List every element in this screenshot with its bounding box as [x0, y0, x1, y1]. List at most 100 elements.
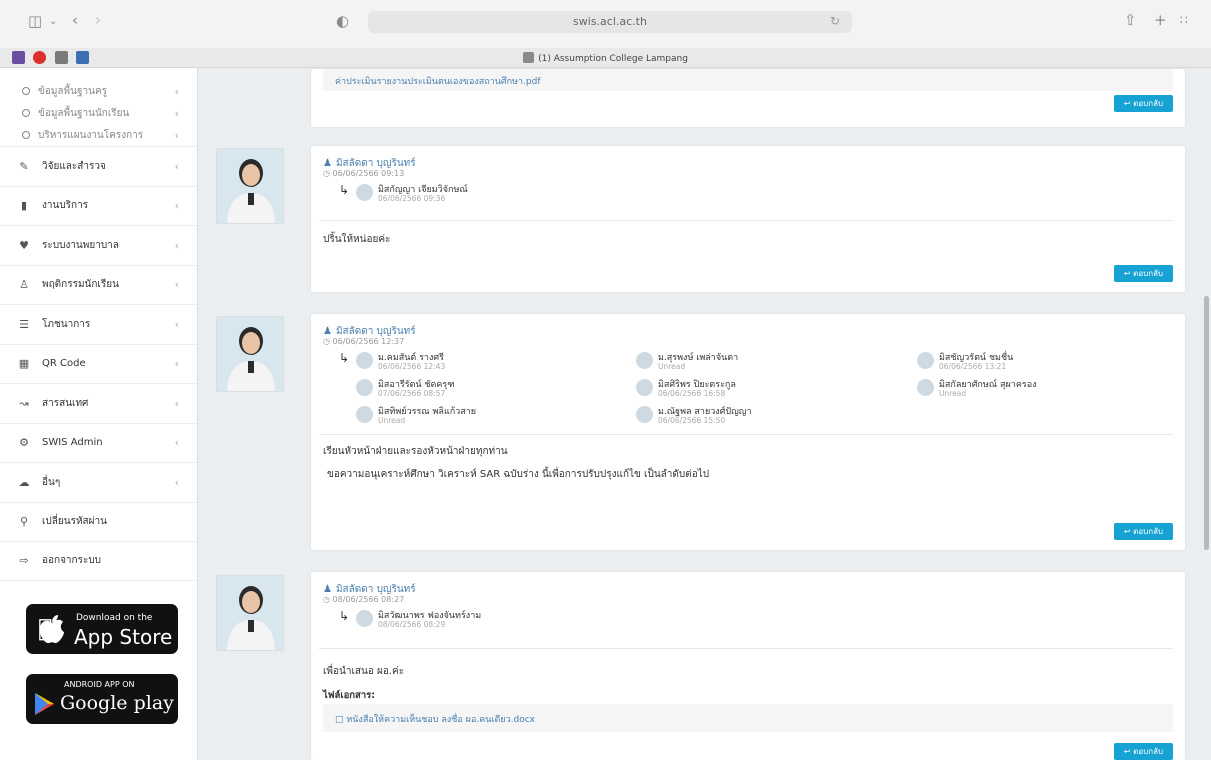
privacy-shield-icon[interactable]: ◐ — [336, 14, 349, 29]
sidebar-item-change-password[interactable]: ⚲ เปลี่ยนรหัสผ่าน — [0, 501, 197, 542]
cog-icon: ⚙ — [19, 436, 29, 450]
sidebar-subitem-label: บริหารแผนงานโครงการ — [38, 129, 144, 141]
sidebar-item-research[interactable]: ✎ วิจัยและสำรวจ ‹ — [0, 146, 197, 186]
recipient-read-time: 06/06/2566 15:50 — [658, 416, 726, 425]
cloud-icon: ☁ — [18, 475, 30, 489]
back-icon[interactable]: ‹ — [72, 13, 78, 28]
message-card: ♟ มิสลัดดา บุญรินทร์ ◷ 06/06/2566 12:37 ↳… — [310, 313, 1186, 551]
recipient: มิสอารีรัตน์ ชัดครุฑ 07/06/2566 08:57 — [356, 377, 556, 403]
new-tab-icon[interactable]: + — [1154, 13, 1167, 28]
sidebar-item-logout[interactable]: ⇨ ออกจากระบบ — [0, 541, 197, 581]
reply-button[interactable]: ↩ ตอบกลับ — [1114, 743, 1173, 760]
sidebar-item-services[interactable]: ▮ งานบริการ ‹ — [0, 185, 197, 226]
tab-overview-icon[interactable]: ∷ — [1180, 13, 1188, 28]
googleplay-badge[interactable]: ANDROID APP ON Google play — [26, 674, 178, 724]
sidebar-item-qrcode[interactable]: ▦ QR Code ‹ — [0, 343, 197, 384]
sidebar-item-label: QR Code — [42, 358, 86, 370]
reply-arrow-icon: ↳ — [339, 183, 350, 197]
tab-strip: (1) Assumption College Lampang — [0, 48, 1211, 68]
reply-button[interactable]: ↩ ตอบกลับ — [1114, 523, 1173, 540]
sidebar-subitem-label: ข้อมูลพื้นฐานนักเรียน — [38, 107, 130, 119]
tab-favicon-icon — [523, 52, 535, 63]
recipient-avatar — [356, 610, 373, 627]
sidebar-item-nutrition[interactable]: ☰ โภชนาการ ‹ — [0, 304, 197, 344]
reply-label: ตอบกลับ — [1133, 269, 1164, 278]
reply-arrow-icon: ↳ — [339, 351, 350, 365]
recipient-read-time: 06/06/2566 12:43 — [378, 362, 446, 371]
chevron-left-icon: ‹ — [174, 317, 179, 331]
browser-chrome: ◫ ⌄ ‹ › ◐ swis.acl.ac.th ↻ ⇧ + ∷ — [0, 0, 1211, 48]
clipboard-icon: ✎ — [19, 159, 29, 173]
sidebar-subitem-teacher-data[interactable]: ข้อมูลพื้นฐานครู ‹ — [0, 80, 197, 102]
chevron-down-icon[interactable]: ⌄ — [49, 14, 57, 29]
reply-button[interactable]: ↩ ตอบกลับ — [1114, 95, 1173, 112]
user-icon: ♟ — [323, 326, 332, 337]
reply-arrow-icon: ↳ — [339, 609, 350, 623]
share-icon[interactable]: ⇧ — [1124, 13, 1137, 28]
sign-out-icon: ⇨ — [19, 554, 29, 568]
recipient: ม.คมสันต์ รางศรี 06/06/2566 12:43 — [356, 350, 556, 376]
sidebar-subitem-student-data[interactable]: ข้อมูลพื้นฐานนักเรียน ‹ — [0, 102, 197, 124]
avatar-photo — [217, 576, 283, 650]
sidebar: ข้อมูลพื้นฐานครู ‹ ข้อมูลพื้นฐานนักเรียน… — [0, 68, 198, 760]
recipient-read-time: 07/06/2566 08:57 — [378, 389, 446, 398]
avatar — [216, 575, 284, 651]
recipient: ม.ณัฐพล สายวงศ์ปัญญา 06/06/2566 15:50 — [636, 404, 836, 430]
forward-icon[interactable]: › — [95, 13, 101, 28]
sidebar-item-label: โภชนาการ — [42, 318, 91, 330]
appstore-badge[interactable]:  Download on the App Store — [26, 604, 178, 654]
reply-label: ตอบกลับ — [1133, 99, 1164, 108]
user-icon: ♟ — [323, 158, 332, 169]
qrcode-icon: ▦ — [18, 357, 30, 371]
url-text: swis.acl.ac.th — [573, 15, 647, 28]
chevron-left-icon: ‹ — [174, 159, 179, 173]
sidebar-item-information[interactable]: ↝ สารสนเทศ ‹ — [0, 383, 197, 423]
message-card: ♟ มิสลัดดา บุญรินทร์ ◷ 08/06/2566 08:27 ↳… — [310, 571, 1186, 760]
chevron-left-icon: ‹ — [174, 238, 179, 252]
recipient-avatar — [356, 379, 373, 396]
sidebar-item-admin[interactable]: ⚙ SWIS Admin ‹ — [0, 422, 197, 463]
sidebar-item-behavior[interactable]: ♙ พฤติกรรมนักเรียน ‹ — [0, 264, 197, 305]
scrollbar-thumb[interactable] — [1204, 296, 1209, 550]
sidebar-subitem-label: ข้อมูลพื้นฐานครู — [38, 85, 108, 97]
recipient: มิสกัลยาศักษณ์ สุผาครอง Unread — [917, 377, 1117, 403]
sidebar-toggle-icon[interactable]: ◫ — [28, 14, 42, 29]
divider — [319, 220, 1173, 221]
sent-time: ◷ 06/06/2566 09:13 — [323, 169, 405, 178]
sidebar-item-nursing[interactable]: ♥ ระบบงานพยาบาล ‹ — [0, 225, 197, 265]
reply-button[interactable]: ↩ ตอบกลับ — [1114, 265, 1173, 282]
circle-icon — [22, 109, 30, 117]
chevron-left-icon: ‹ — [174, 436, 179, 450]
recipient-avatar — [917, 379, 934, 396]
sidebar-item-label: อื่นๆ — [42, 476, 61, 488]
sidebar-item-others[interactable]: ☁ อื่นๆ ‹ — [0, 462, 197, 502]
chevron-left-icon: ‹ — [174, 106, 179, 120]
recipient-read-time: 06/06/2566 16:58 — [658, 389, 726, 398]
tab-active[interactable]: (1) Assumption College Lampang — [0, 52, 1211, 64]
chevron-left-icon: ‹ — [174, 278, 179, 292]
reply-label: ตอบกลับ — [1133, 747, 1164, 756]
recipient: มิสกัญญา เจียมวิจักษณ์ 06/06/2566 09:36 — [356, 182, 556, 208]
chevron-left-icon: ‹ — [174, 128, 179, 142]
reload-icon[interactable]: ↻ — [830, 14, 840, 28]
avatar — [216, 316, 284, 392]
googleplay-small-text: ANDROID APP ON — [64, 680, 135, 689]
sent-time: ◷ 08/06/2566 08:27 — [323, 595, 405, 604]
tab-title: (1) Assumption College Lampang — [538, 54, 688, 64]
avatar-photo — [217, 317, 283, 391]
recipient-read-time: Unread — [939, 389, 967, 398]
address-bar[interactable]: swis.acl.ac.th ↻ — [368, 11, 852, 33]
googleplay-big-text: Google play — [60, 692, 174, 714]
recipient: มิสศิริพร ปิยะตระกูล 06/06/2566 16:58 — [636, 377, 836, 403]
recipient-read-time: 06/06/2566 09:36 — [378, 194, 446, 203]
apple-logo-icon — [40, 615, 64, 644]
attachment-link[interactable]: □ หนังสือให้ความเห็นชอบ ลงชื่อ ผอ.คนเดีย… — [335, 712, 535, 726]
book-icon: ▮ — [20, 199, 28, 213]
message-body: ปริ้นให้หน่อยค่ะ — [323, 234, 391, 245]
sidebar-item-label: พฤติกรรมนักเรียน — [42, 279, 119, 291]
user-icon: ♟ — [323, 584, 332, 595]
attachment-link[interactable]: ค่าประเมินรายงานประเมินตนเองของสถานศึกษา… — [335, 74, 541, 88]
appstore-big-text: App Store — [74, 625, 173, 649]
sidebar-subitem-project-plan[interactable]: บริหารแผนงานโครงการ ‹ — [0, 124, 197, 146]
attachment-heading: ไฟล์เอกสาร: — [323, 690, 376, 701]
